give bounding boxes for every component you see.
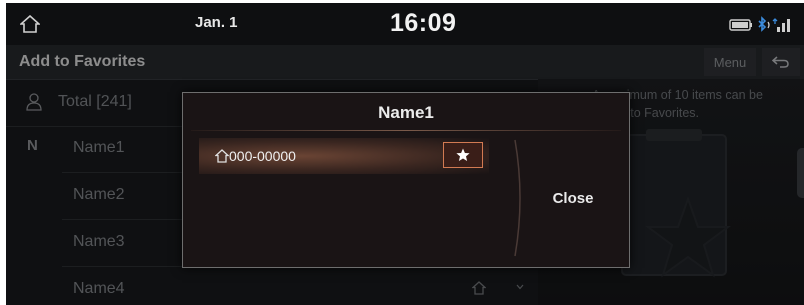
battery-icon	[729, 19, 752, 31]
screen: Jan. 1 16:09 Add to Favorites Menu Total…	[0, 0, 804, 305]
home-icon	[215, 149, 229, 163]
signal-icon	[772, 18, 790, 32]
favorite-popup: Name1 000-00000 Close	[182, 92, 630, 268]
popup-divider	[191, 130, 621, 131]
status-date: Jan. 1	[195, 14, 238, 31]
star-icon	[456, 148, 470, 161]
add-favorite-button[interactable]	[443, 142, 483, 168]
status-icons	[726, 15, 796, 35]
phone-number-label: 000-00000	[229, 148, 296, 164]
home-icon	[20, 15, 40, 33]
home-button[interactable]	[10, 8, 50, 40]
close-button[interactable]: Close	[523, 173, 623, 223]
popup-title: Name1	[378, 103, 434, 122]
device-frame: Jan. 1 16:09 Add to Favorites Menu Total…	[6, 3, 804, 305]
bluetooth-icon	[758, 16, 770, 32]
status-time: 16:09	[390, 9, 457, 37]
